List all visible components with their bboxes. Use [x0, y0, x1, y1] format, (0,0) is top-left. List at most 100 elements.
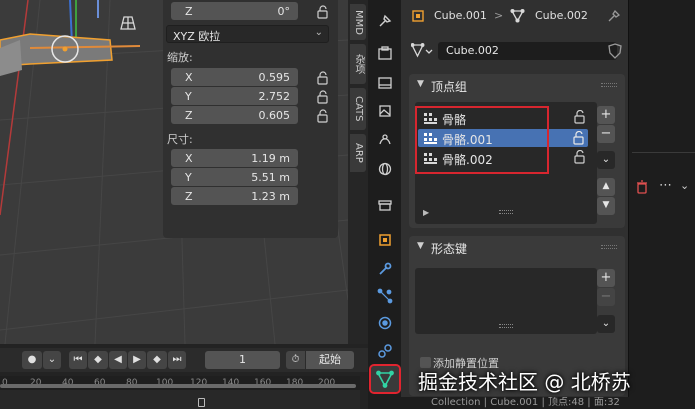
watermark-text: 掘金技术社区 @ 北桥苏	[418, 370, 631, 394]
view-layer-tab-icon[interactable]	[374, 100, 396, 122]
dimension-z-axis: Z	[185, 190, 193, 203]
breadcrumb-mesh: Cube.002	[535, 9, 588, 22]
unlock-icon[interactable]	[572, 131, 586, 145]
transform-sidebar: Z 0° XYZ 欧拉 ⌄ 缩放: X 0.595 Y 2.752 Z 0.60…	[163, 0, 338, 238]
remove-shape-key-button[interactable]: −	[597, 288, 615, 306]
list-resize-grip-icon[interactable]	[499, 324, 513, 328]
unlock-icon[interactable]	[573, 150, 587, 164]
constraints-tab-icon[interactable]	[374, 340, 396, 362]
remove-vertex-group-button[interactable]: −	[597, 125, 615, 143]
rotation-z-field[interactable]: Z 0°	[171, 2, 298, 20]
dimension-y-field[interactable]: Y 5.51 m	[171, 168, 298, 186]
expand-arrow-icon: ▼	[417, 79, 424, 89]
shape-keys-header[interactable]: ▼ 形态键	[409, 236, 625, 258]
sidebar-tabs: MMD 杂项 CATS ARP	[348, 0, 368, 344]
rotation-z-value: 0°	[277, 5, 291, 18]
physics-tab-icon[interactable]	[374, 312, 396, 334]
grid-view-icon[interactable]	[117, 11, 139, 33]
lock-icon[interactable]	[316, 5, 330, 19]
play-reverse-icon[interactable]: ◀	[109, 351, 127, 369]
status-bar: Collection | Cube.001 | 顶点:48 | 面:32	[401, 397, 695, 409]
rotation-mode-value: XYZ 欧拉	[173, 30, 221, 43]
record-options-icon[interactable]: ⌄	[43, 351, 61, 369]
pin-icon[interactable]	[607, 9, 621, 23]
dimension-z-value: 1.23 m	[251, 190, 290, 203]
add-vertex-group-button[interactable]: +	[597, 106, 615, 124]
vertex-groups-title: 顶点组	[431, 80, 468, 94]
scale-x-value: 0.595	[258, 71, 291, 84]
jump-end-icon[interactable]: ⏭	[168, 351, 186, 369]
document-icon	[198, 398, 205, 407]
dimension-x-field[interactable]: X 1.19 m	[171, 149, 298, 167]
current-frame-field[interactable]: 1	[205, 351, 280, 369]
world-tab-icon[interactable]	[374, 158, 396, 180]
dimension-y-value: 5.51 m	[251, 171, 290, 184]
scene-tab-icon[interactable]	[374, 128, 396, 150]
modifier-tab-icon[interactable]	[374, 258, 396, 280]
keyframe-track[interactable]	[0, 390, 360, 409]
3d-viewport[interactable]: Z 0° XYZ 欧拉 ⌄ 缩放: X 0.595 Y 2.752 Z 0.60…	[0, 0, 348, 344]
chevron-down-icon[interactable]: ⌄	[680, 179, 689, 192]
trash-icon[interactable]	[636, 180, 648, 194]
dim-x-row: X 1.19 m	[168, 149, 330, 167]
unlock-icon[interactable]	[573, 110, 587, 124]
chevron-down-icon: ⌄	[314, 27, 323, 38]
next-keyframe-icon[interactable]: ◆	[147, 351, 167, 369]
rotation-mode-select[interactable]: XYZ 欧拉 ⌄	[166, 25, 329, 43]
shape-keys-title: 形态键	[431, 242, 468, 256]
record-button[interactable]: ●	[22, 351, 42, 369]
dim-z-row: Z 1.23 m	[168, 187, 330, 205]
particles-tab-icon[interactable]	[374, 285, 396, 307]
properties-editor: Cube.001 > Cube.002 Cube.002 ▼ 顶点组 骨骼 骨骼…	[401, 0, 628, 409]
scale-y-field[interactable]: Y 2.752	[171, 87, 298, 105]
scale-x-row: X 0.595	[168, 68, 330, 86]
object-data-icon	[412, 10, 424, 22]
fake-user-shield-icon[interactable]	[608, 43, 622, 59]
tab-misc[interactable]: 杂项	[350, 44, 366, 84]
breadcrumb-separator: >	[494, 9, 504, 22]
expand-arrow-icon: ▼	[417, 241, 424, 251]
list-filter-toggle-icon[interactable]: ▶	[423, 208, 429, 217]
rotation-z-axis: Z	[185, 5, 193, 18]
shape-key-specials-chevron-icon[interactable]: ⌄	[597, 315, 615, 333]
start-frame-button[interactable]: 起始	[306, 351, 354, 369]
object-tab-icon[interactable]	[374, 229, 396, 251]
drag-grip-icon[interactable]	[601, 83, 617, 87]
list-resize-grip-icon[interactable]	[499, 210, 513, 214]
move-down-button[interactable]: ▼	[597, 197, 615, 215]
vertex-group-specials-chevron-icon[interactable]: ⌄	[597, 151, 615, 169]
dimension-z-field[interactable]: Z 1.23 m	[171, 187, 298, 205]
outliner-divider	[632, 152, 695, 153]
prev-keyframe-icon[interactable]: ◆	[88, 351, 108, 369]
move-up-button[interactable]: ▲	[597, 178, 615, 196]
scale-x-axis: X	[185, 71, 193, 84]
tool-tab-icon[interactable]	[374, 10, 396, 32]
jump-start-icon[interactable]: ⏮	[69, 351, 87, 369]
tab-mmd[interactable]: MMD	[350, 4, 366, 40]
play-icon[interactable]: ▶	[128, 351, 146, 369]
drag-grip-icon[interactable]	[601, 245, 617, 249]
mesh-icon	[510, 8, 525, 23]
timeline-scrollbar[interactable]	[0, 384, 356, 388]
stopwatch-icon[interactable]: ⏱	[286, 351, 305, 369]
render-tab-icon[interactable]	[374, 42, 396, 64]
lock-icon[interactable]	[316, 71, 330, 85]
dim-y-row: Y 5.51 m	[168, 168, 330, 186]
mesh-name-field[interactable]: Cube.002	[438, 42, 617, 60]
scale-label: 缩放:	[167, 51, 193, 64]
vertex-groups-header[interactable]: ▼ 顶点组	[409, 74, 625, 96]
lock-icon[interactable]	[316, 109, 330, 123]
scale-x-field[interactable]: X 0.595	[171, 68, 298, 86]
shape-key-list[interactable]	[415, 268, 597, 334]
tab-cats[interactable]: CATS	[350, 88, 366, 130]
more-options-icon[interactable]: ⋯	[659, 178, 672, 193]
tab-arp[interactable]: ARP	[350, 134, 366, 172]
add-shape-key-button[interactable]: +	[597, 269, 615, 287]
output-tab-icon[interactable]	[374, 72, 396, 94]
mesh-browse-icon[interactable]	[411, 43, 433, 59]
rotation-z-row: Z 0°	[168, 2, 330, 20]
scale-z-field[interactable]: Z 0.605	[171, 106, 298, 124]
collection-tab-icon[interactable]	[374, 194, 396, 216]
lock-icon[interactable]	[316, 90, 330, 104]
mesh-data-tab-icon[interactable]	[369, 364, 401, 394]
